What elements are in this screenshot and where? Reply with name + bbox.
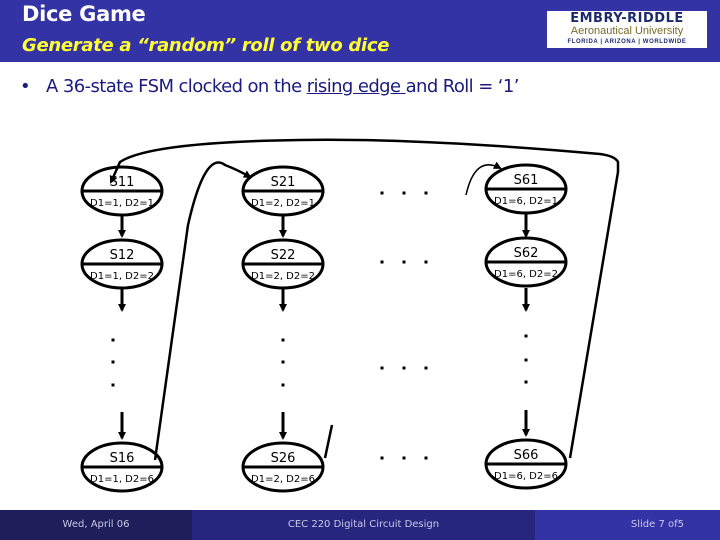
ellipsis-dot-vertical xyxy=(281,338,285,342)
state-name: S26 xyxy=(271,451,296,466)
state-s11: S11D1=1, D2=1 xyxy=(80,165,164,217)
state-s62: S62 D1=6, D2=2 xyxy=(484,236,568,288)
ellipsis-dot-vertical xyxy=(524,358,528,362)
state-s16: S16 D1=1, D2=6 xyxy=(80,441,164,493)
ellipsis-dot-horizontal xyxy=(402,191,406,195)
ellipsis-dot-horizontal xyxy=(380,260,384,264)
state-output: D1=2, D2=2 xyxy=(251,271,315,282)
ellipsis-dot-horizontal xyxy=(402,456,406,460)
state-s12: S12 D1=1, D2=2 xyxy=(80,238,164,290)
state-output: D1=6, D2=2 xyxy=(494,269,558,280)
ellipsis-dot-vertical xyxy=(281,360,285,364)
state-output: D1=6, D2=1 xyxy=(494,196,558,207)
state-output: D1=6, D2=6 xyxy=(494,471,558,482)
state-name: S61 xyxy=(514,173,539,188)
ellipsis-dot-vertical xyxy=(281,383,285,387)
state-output: D1=1, D2=6 xyxy=(90,474,154,485)
edge-s16-s21 xyxy=(153,161,252,461)
state-output: D1=1, D2=1 xyxy=(90,198,154,209)
footer-course: CEC 220 Digital Circuit Design xyxy=(192,510,535,540)
state-group: S11D1=1, D2=1S12D1=1, D2=2S16D1=1, D2=6S… xyxy=(80,163,568,493)
edge-s26-next xyxy=(323,424,334,459)
state-s22: S22 D1=2, D2=2 xyxy=(241,238,325,290)
ellipsis-dot-horizontal xyxy=(402,260,406,264)
state-s26: S26 D1=2, D2=6 xyxy=(241,441,325,493)
state-name: S12 xyxy=(110,248,135,263)
ellipsis-dot-horizontal xyxy=(380,366,384,370)
state-s21: S21 D1=2, D2=1 xyxy=(241,165,325,217)
state-name: S66 xyxy=(514,448,539,463)
ellipsis-dot-horizontal xyxy=(424,456,428,460)
ellipsis-dot-horizontal xyxy=(402,366,406,370)
ellipsis-dot-vertical xyxy=(111,383,115,387)
ellipsis-dot-vertical xyxy=(524,334,528,338)
state-output: D1=2, D2=6 xyxy=(251,474,315,485)
state-s61: S61 D1=6, D2=1 xyxy=(484,163,568,215)
footer-slide-number: Slide 7 of5 xyxy=(535,510,720,540)
ellipsis-dot-horizontal xyxy=(380,191,384,195)
state-name: S21 xyxy=(271,175,296,190)
state-name: S16 xyxy=(110,451,135,466)
ellipsis-dot-vertical xyxy=(524,380,528,384)
fsm-diagram: S11D1=1, D2=1S12D1=1, D2=2S16D1=1, D2=6S… xyxy=(80,138,620,493)
ellipsis-dot-horizontal xyxy=(424,260,428,264)
state-output: D1=1, D2=2 xyxy=(90,271,154,282)
slide-number-text: Slide 7 of5 xyxy=(630,519,684,530)
state-output: D1=2, D2=1 xyxy=(251,198,315,209)
state-name: S22 xyxy=(271,248,296,263)
ellipsis-dot-vertical xyxy=(111,360,115,364)
ellipsis-dot-horizontal xyxy=(424,366,428,370)
state-s66: S66 D1=6, D2=6 xyxy=(484,438,568,490)
ellipsis-dot-horizontal xyxy=(380,456,384,460)
ellipsis-dot-vertical xyxy=(111,338,115,342)
footer-date: Wed, April 06 xyxy=(0,510,192,540)
state-name: S62 xyxy=(514,246,539,261)
ellipsis-dot-horizontal xyxy=(424,191,428,195)
